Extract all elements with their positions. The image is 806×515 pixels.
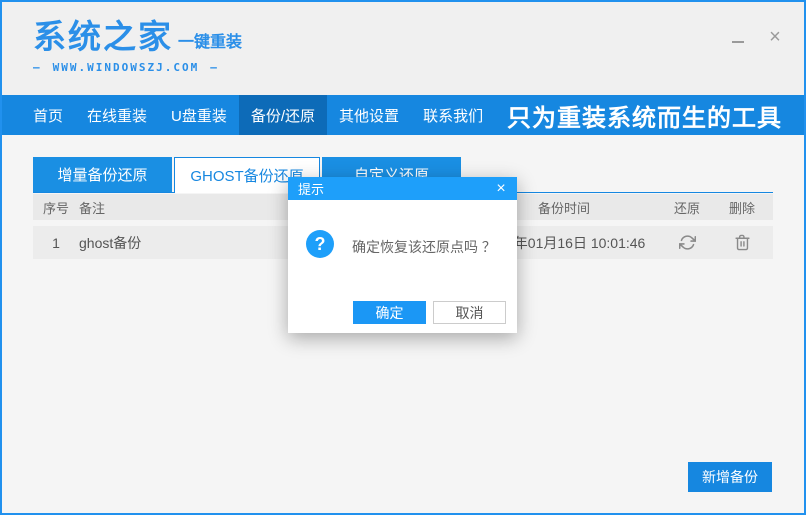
logo-subtitle: 一键重装 xyxy=(178,34,243,51)
column-header-restore: 还原 xyxy=(673,200,700,216)
dialog-title: 提示 xyxy=(298,182,325,197)
confirm-dialog: 提示 × ? 确定恢复该还原点吗 ？ 确定 取消 xyxy=(288,177,517,333)
dash-decoration: — xyxy=(33,61,42,74)
column-header-index: 序号 xyxy=(42,200,69,216)
cancel-button[interactable]: 取消 xyxy=(433,301,506,324)
nav-slogan: 只为重装系统而生的工具 xyxy=(507,104,782,132)
nav-item-home[interactable]: 首页 xyxy=(21,95,75,135)
question-mark-icon: ? xyxy=(306,230,334,258)
nav-item-usb-reinstall[interactable]: U盘重装 xyxy=(159,95,239,135)
logo-title: 系统之家 xyxy=(33,18,173,55)
trash-icon[interactable] xyxy=(734,234,751,251)
window-controls: × xyxy=(727,27,786,47)
refresh-icon[interactable] xyxy=(678,234,696,251)
nav-item-other-settings[interactable]: 其他设置 xyxy=(327,95,411,135)
dialog-close-icon[interactable]: × xyxy=(493,180,509,197)
minimize-icon[interactable] xyxy=(727,28,749,46)
tab-incremental-backup-restore[interactable]: 增量备份还原 xyxy=(33,157,172,192)
dialog-message: 确定恢复该还原点吗 ？ xyxy=(352,239,496,255)
nav-item-online-reinstall[interactable]: 在线重装 xyxy=(75,95,159,135)
dialog-titlebar: 提示 × xyxy=(288,177,517,200)
add-backup-button[interactable]: 新增备份 xyxy=(688,462,772,492)
app-window: 系统之家 一键重装 — WWW.WINDOWSZJ.COM — × 首页 在线重… xyxy=(0,0,806,515)
nav-item-backup-restore[interactable]: 备份/还原 xyxy=(238,95,328,135)
logo-website-text: WWW.WINDOWSZJ.COM xyxy=(52,61,200,74)
row-index: 1 xyxy=(52,234,60,251)
dash-decoration: — xyxy=(210,61,219,74)
close-icon[interactable]: × xyxy=(764,27,786,47)
logo-website: — WWW.WINDOWSZJ.COM — xyxy=(33,61,219,74)
confirm-button[interactable]: 确定 xyxy=(353,301,426,324)
column-header-delete: 删除 xyxy=(728,200,755,216)
logo: 系统之家 一键重装 xyxy=(33,20,242,53)
main-nav: 首页 在线重装 U盘重装 备份/还原 其他设置 联系我们 只为重装系统而生的工具 xyxy=(2,95,804,135)
app-header: 系统之家 一键重装 — WWW.WINDOWSZJ.COM — × xyxy=(2,2,804,95)
nav-item-contact-us[interactable]: 联系我们 xyxy=(411,95,495,135)
